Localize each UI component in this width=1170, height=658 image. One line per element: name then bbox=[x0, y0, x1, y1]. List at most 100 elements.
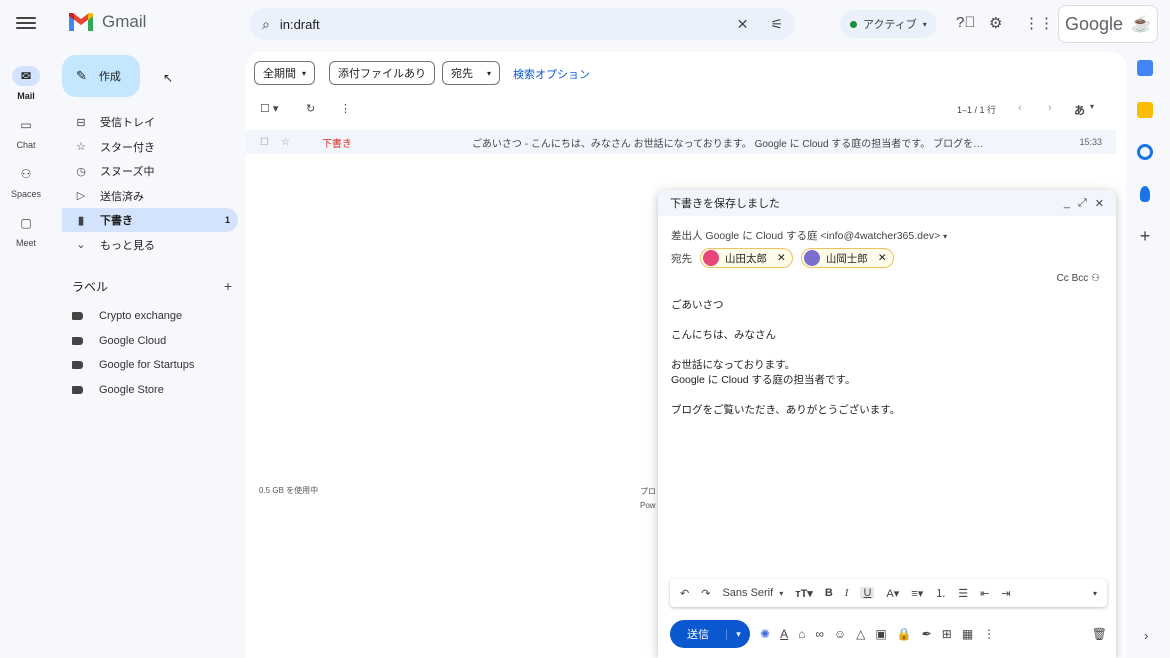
link-icon[interactable]: ∞ bbox=[815, 627, 824, 641]
list-toolbar: ☐ ▾ ↻ ⋮ 1–1 / 1 行 ‹ › あ ▾ bbox=[260, 102, 1110, 122]
filter-options-icon[interactable]: ⚟ bbox=[770, 16, 783, 33]
clear-search-icon[interactable]: ✕ bbox=[737, 16, 749, 33]
indent-more-icon[interactable]: ⇥ bbox=[1001, 587, 1010, 600]
contacts-icon[interactable] bbox=[1140, 186, 1150, 202]
gmail-logo[interactable]: Gmail bbox=[68, 12, 146, 32]
add-app-icon[interactable]: + bbox=[1137, 227, 1153, 245]
recipient-chip[interactable]: 山岡士郎 ✕ bbox=[800, 248, 894, 268]
next-page-icon[interactable]: › bbox=[1048, 102, 1052, 114]
ai-sparkle-icon[interactable]: ✺ bbox=[760, 627, 770, 641]
nav-item-drafts[interactable]: ▮ 下書き 1 bbox=[62, 208, 238, 233]
expand-side-panel-icon[interactable]: › bbox=[1144, 628, 1148, 643]
keep-icon[interactable] bbox=[1137, 102, 1153, 118]
undo-icon[interactable]: ↶ bbox=[680, 587, 689, 600]
main-menu-icon[interactable] bbox=[16, 14, 36, 34]
chat-icon: ▭ bbox=[20, 118, 32, 132]
label-item[interactable]: Google Cloud bbox=[72, 329, 194, 354]
discard-draft-icon[interactable]: 🗑 bbox=[1092, 627, 1107, 641]
schedule-icon[interactable]: ▦ bbox=[962, 627, 973, 641]
bold-icon[interactable]: B bbox=[825, 587, 833, 599]
help-icon[interactable]: ?⃝ bbox=[956, 14, 976, 31]
footer-line: Pow bbox=[640, 501, 656, 510]
row-checkbox[interactable]: ☐ bbox=[260, 137, 269, 148]
prev-page-icon[interactable]: ‹ bbox=[1018, 102, 1022, 114]
more-options-icon[interactable]: ⋮ bbox=[983, 627, 995, 641]
rail-label-mail: Mail bbox=[17, 91, 35, 101]
rail-item-mail[interactable]: ✉ Mail bbox=[0, 66, 52, 101]
add-recipients-icon[interactable]: ⚇ bbox=[1091, 273, 1100, 284]
layout-icon[interactable]: ⊞ bbox=[942, 627, 952, 641]
nav-item-starred[interactable]: ☆ スター付き bbox=[62, 135, 238, 159]
indent-less-icon[interactable]: ⇤ bbox=[980, 587, 989, 600]
remove-recipient-icon[interactable]: ✕ bbox=[878, 252, 887, 264]
label-item[interactable]: Google for Startups bbox=[72, 353, 194, 378]
add-label-icon[interactable]: + bbox=[224, 278, 232, 295]
rail-item-spaces[interactable]: ⚇ Spaces bbox=[0, 164, 52, 199]
photo-icon[interactable]: ▣ bbox=[875, 627, 886, 641]
nav-item-more[interactable]: ⌄ もっと見る bbox=[62, 233, 238, 257]
message-body[interactable]: ごあいさつ こんにちは、みなさん お世話になっております。 Google に C… bbox=[671, 298, 1091, 418]
compose-button[interactable]: ✎ 作成 bbox=[62, 55, 140, 97]
star-icon[interactable]: ☆ bbox=[281, 137, 290, 148]
minimize-icon[interactable]: _ bbox=[1064, 197, 1070, 210]
align-icon[interactable]: ≡▾ bbox=[911, 587, 923, 600]
bulleted-list-icon[interactable]: ☰ bbox=[958, 587, 968, 600]
close-icon[interactable]: ✕ bbox=[1095, 197, 1104, 210]
lock-icon[interactable]: 🔒 bbox=[897, 627, 912, 641]
emoji-icon[interactable]: ☺ bbox=[834, 627, 846, 641]
filter-chip-attachment[interactable]: 添付ファイルあり bbox=[329, 61, 435, 85]
attach-icon[interactable]: ⌂ bbox=[798, 627, 805, 641]
apps-grid-icon[interactable]: ⋮⋮ bbox=[1024, 14, 1054, 32]
search-bar[interactable]: ⌕ in:draft ✕ ⚟ bbox=[250, 8, 795, 40]
send-options-icon[interactable]: ▾ bbox=[726, 628, 750, 640]
from-field[interactable]: 差出人 Google に Cloud する庭 <info@4watcher365… bbox=[671, 228, 947, 243]
nav-item-inbox[interactable]: ⊟ 受信トレイ bbox=[62, 110, 238, 134]
status-indicator[interactable]: アクティブ ▾ bbox=[840, 10, 937, 38]
formatting-toggle-icon[interactable]: A bbox=[780, 627, 788, 641]
google-account-badge[interactable]: Google ☕ bbox=[1058, 5, 1158, 43]
filter-chip-period[interactable]: 全期間 ▾ bbox=[254, 61, 316, 85]
select-all-checkbox[interactable]: ☐ ▾ bbox=[260, 102, 278, 115]
redo-icon[interactable]: ↷ bbox=[701, 587, 710, 600]
numbered-list-icon[interactable]: ⒈ bbox=[935, 585, 946, 601]
filter-chip-to[interactable]: 宛先 ▾ bbox=[442, 61, 501, 85]
cc-bcc-toggle[interactable]: Cc Bcc ⚇ bbox=[1057, 273, 1100, 284]
recipient-chip[interactable]: 山田太郎 ✕ bbox=[700, 248, 793, 268]
more-formatting-icon[interactable]: ▾ bbox=[1093, 589, 1097, 598]
search-input[interactable]: in:draft bbox=[280, 17, 723, 32]
input-tool-select[interactable]: あ bbox=[1074, 102, 1085, 118]
font-select[interactable]: Sans Serif bbox=[722, 587, 773, 599]
more-options-icon[interactable]: ⋮ bbox=[340, 102, 351, 115]
fullscreen-icon[interactable]: ⤢ bbox=[1078, 197, 1087, 210]
italic-icon[interactable]: I bbox=[845, 587, 849, 599]
send-button[interactable]: 送信 ▾ bbox=[670, 620, 750, 648]
text-color-icon[interactable]: A▾ bbox=[886, 587, 899, 600]
signature-icon[interactable]: ✒ bbox=[922, 627, 932, 641]
table-row[interactable]: ☐ ☆ 下書き ごあいさつ - こんにちは、みなさん お世話になっております。 … bbox=[246, 130, 1116, 154]
recipient-name: 山田太郎 bbox=[725, 252, 767, 265]
search-options-link[interactable]: 検索オプション bbox=[513, 66, 590, 82]
compose-header[interactable]: 下書きを保存しました _ ⤢ ✕ bbox=[658, 190, 1116, 216]
label-item[interactable]: Crypto exchange bbox=[72, 304, 194, 329]
search-icon[interactable]: ⌕ bbox=[262, 16, 270, 33]
nav-item-sent[interactable]: ▷ 送信済み bbox=[62, 184, 238, 208]
settings-gear-icon[interactable]: ⚙ bbox=[989, 14, 1002, 32]
chevron-down-icon: ▾ bbox=[779, 588, 784, 598]
remove-recipient-icon[interactable]: ✕ bbox=[777, 252, 786, 264]
send-label: 送信 bbox=[687, 629, 709, 641]
label-item[interactable]: Google Store bbox=[72, 378, 194, 403]
rail-item-meet[interactable]: ▢ Meet bbox=[0, 213, 52, 248]
label-tag-icon bbox=[72, 312, 83, 321]
nav-item-snoozed[interactable]: ◷ スヌーズ中 bbox=[62, 159, 238, 183]
chevron-down-icon: ▾ bbox=[922, 19, 927, 29]
tasks-icon[interactable] bbox=[1137, 144, 1153, 160]
calendar-icon[interactable] bbox=[1137, 60, 1153, 76]
avatar bbox=[803, 250, 820, 266]
refresh-icon[interactable]: ↻ bbox=[306, 102, 315, 115]
drive-icon[interactable]: △ bbox=[856, 627, 865, 641]
mail-icon: ✉ bbox=[12, 66, 40, 86]
rail-item-chat[interactable]: ▭ Chat bbox=[0, 115, 52, 150]
text-size-icon[interactable]: тT▾ bbox=[795, 587, 813, 600]
underline-icon[interactable]: U bbox=[860, 587, 875, 599]
to-field[interactable]: 宛先 山田太郎 ✕ 山岡士郎 ✕ bbox=[671, 248, 894, 268]
